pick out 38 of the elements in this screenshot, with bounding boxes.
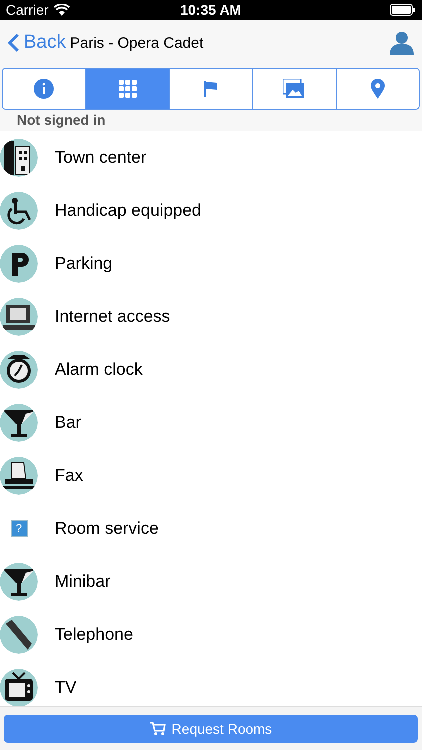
sign-in-status: Not signed in [16, 111, 107, 130]
missing-image-icon: ? [10, 520, 28, 537]
location-pin-icon [370, 79, 385, 99]
chevron-left-icon [8, 33, 20, 53]
amenity-label: Alarm clock [55, 360, 143, 380]
flag-icon [204, 81, 218, 97]
amenity-label: TV [55, 678, 77, 698]
hotel-title: Paris - Opera Cadet [70, 34, 205, 52]
photos-icon [283, 79, 306, 99]
carrier-label: Carrier [6, 2, 49, 18]
glass-icon [0, 404, 38, 442]
amenity-label: Minibar [55, 572, 111, 592]
amenity-label: Room service [55, 518, 159, 538]
request-rooms-button[interactable]: Request Rooms [4, 715, 418, 743]
amenity-label: Parking [55, 254, 113, 274]
info-icon [34, 79, 54, 99]
amenity-label: Telephone [55, 624, 134, 644]
computer-icon [0, 298, 38, 336]
grid-icon [118, 80, 137, 98]
amenity-label: Internet access [55, 306, 170, 326]
battery-icon [390, 4, 416, 16]
building-icon [0, 138, 38, 176]
tab[interactable] [336, 69, 419, 109]
wheelchair-icon [0, 192, 38, 230]
amenity-label: Town center [55, 148, 147, 168]
cart-icon [150, 722, 166, 736]
fax-icon [0, 456, 38, 494]
amenity-label: Handicap equipped [55, 200, 202, 220]
parking-icon [0, 244, 38, 282]
amenity-label: Bar [55, 412, 82, 432]
clock-time: 10:35 AM [180, 2, 242, 18]
user-icon[interactable] [390, 31, 414, 55]
glass-icon [0, 562, 38, 600]
clock-icon [0, 350, 38, 388]
wifi-icon [54, 4, 70, 16]
back-button[interactable]: Back [8, 32, 66, 54]
tab[interactable] [85, 69, 169, 109]
amenity-label: Fax [55, 466, 84, 486]
